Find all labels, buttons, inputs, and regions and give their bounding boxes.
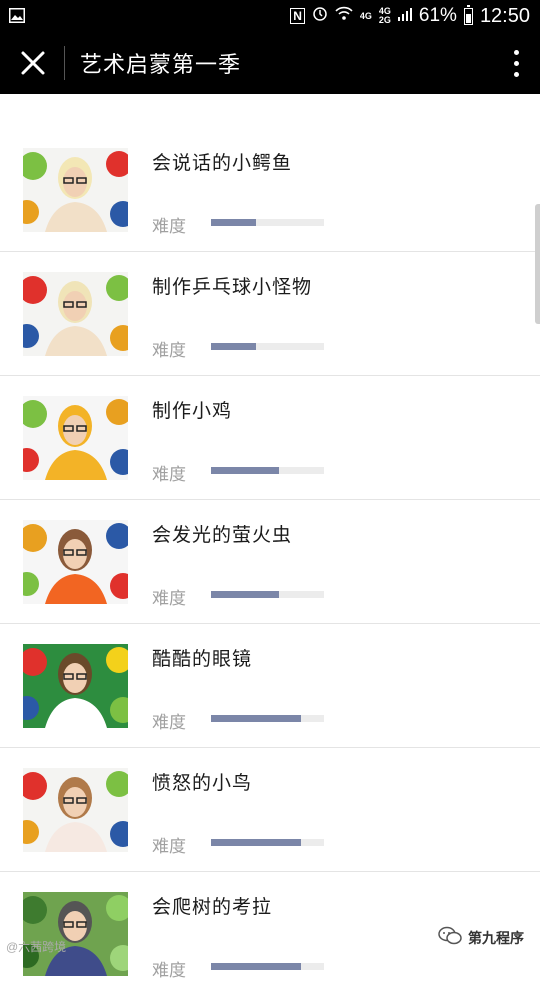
difficulty-label: 难度	[152, 589, 186, 609]
course-list-item[interactable]: 愤怒的小鸟 难度	[0, 748, 540, 872]
course-thumbnail	[23, 892, 128, 976]
more-vert-icon	[513, 49, 519, 55]
course-title: 会爬树的考拉	[152, 896, 273, 918]
watermark-right: 第九程序	[438, 926, 524, 950]
difficulty-bar	[211, 219, 324, 226]
difficulty-label: 难度	[152, 465, 186, 485]
wechat-icon	[438, 926, 462, 950]
gallery-icon	[9, 8, 25, 28]
difficulty-bar-fill	[211, 467, 279, 474]
course-list: 会说话的小鳄鱼 难度 制作乒乓球小怪物 难度 制作小鸡 难度 会发光的萤火虫 难度 酷酷的眼镜难…	[0, 128, 540, 996]
course-thumbnail	[23, 396, 128, 480]
difficulty-label: 难度	[152, 341, 186, 361]
watermark-left: @六茜跨境	[6, 940, 67, 954]
course-list-item[interactable]: 制作乒乓球小怪物 难度	[0, 252, 540, 376]
difficulty-bar-fill	[211, 715, 302, 722]
course-thumbnail	[23, 520, 128, 604]
battery-percent: 61%	[418, 5, 457, 26]
difficulty-bar-fill	[211, 839, 302, 846]
title-bar: 艺术启蒙第一季	[0, 32, 540, 94]
signal-icon	[397, 5, 412, 27]
difficulty-label: 难度	[152, 713, 186, 733]
close-button[interactable]	[14, 44, 52, 82]
close-icon	[21, 51, 45, 75]
difficulty-label: 难度	[152, 217, 186, 237]
more-options-button[interactable]	[506, 44, 526, 82]
difficulty-bar	[211, 839, 324, 846]
course-list-item[interactable]: 会说话的小鳄鱼 难度	[0, 128, 540, 252]
nfc-icon: N	[290, 8, 305, 24]
difficulty-bar	[211, 467, 324, 474]
course-list-item[interactable]: 制作小鸡 难度	[0, 376, 540, 500]
course-title: 酷酷的眼镜	[152, 648, 253, 670]
difficulty-bar-fill	[211, 591, 279, 598]
course-list-item[interactable]: 会发光的萤火虫 难度	[0, 500, 540, 624]
course-list-item[interactable]: 酷酷的眼镜 难度	[0, 624, 540, 748]
difficulty-bar	[211, 343, 324, 350]
alarm-icon	[312, 5, 328, 27]
difficulty-label: 难度	[152, 837, 186, 857]
title-divider	[64, 46, 65, 80]
difficulty-bar	[211, 591, 324, 598]
battery-icon	[463, 4, 473, 25]
course-thumbnail	[23, 272, 128, 356]
network-badge-2: 4G 2G	[378, 6, 391, 25]
difficulty-bar	[211, 715, 324, 722]
course-thumbnail	[23, 644, 128, 728]
page-title: 艺术启蒙第一季	[80, 53, 242, 78]
network-badge-1: 4G	[359, 10, 372, 21]
course-title: 会发光的萤火虫	[152, 524, 293, 546]
course-thumbnail	[23, 148, 128, 232]
clock: 12:50	[479, 4, 530, 27]
status-bar: N 4G 4G 2G 61% 12:50	[0, 0, 540, 32]
course-title: 制作乒乓球小怪物	[152, 276, 313, 298]
course-title: 制作小鸡	[152, 400, 233, 422]
watermark-right-label: 第九程序	[468, 931, 524, 947]
difficulty-bar-fill	[211, 963, 302, 970]
course-title: 会说话的小鳄鱼	[152, 152, 293, 174]
difficulty-bar-fill	[211, 343, 257, 350]
course-title: 愤怒的小鸟	[152, 772, 253, 794]
wifi-icon	[335, 5, 353, 27]
difficulty-bar-fill	[211, 219, 257, 226]
difficulty-bar	[211, 963, 324, 970]
edge-panel-handle[interactable]	[535, 204, 540, 324]
course-thumbnail	[23, 768, 128, 852]
